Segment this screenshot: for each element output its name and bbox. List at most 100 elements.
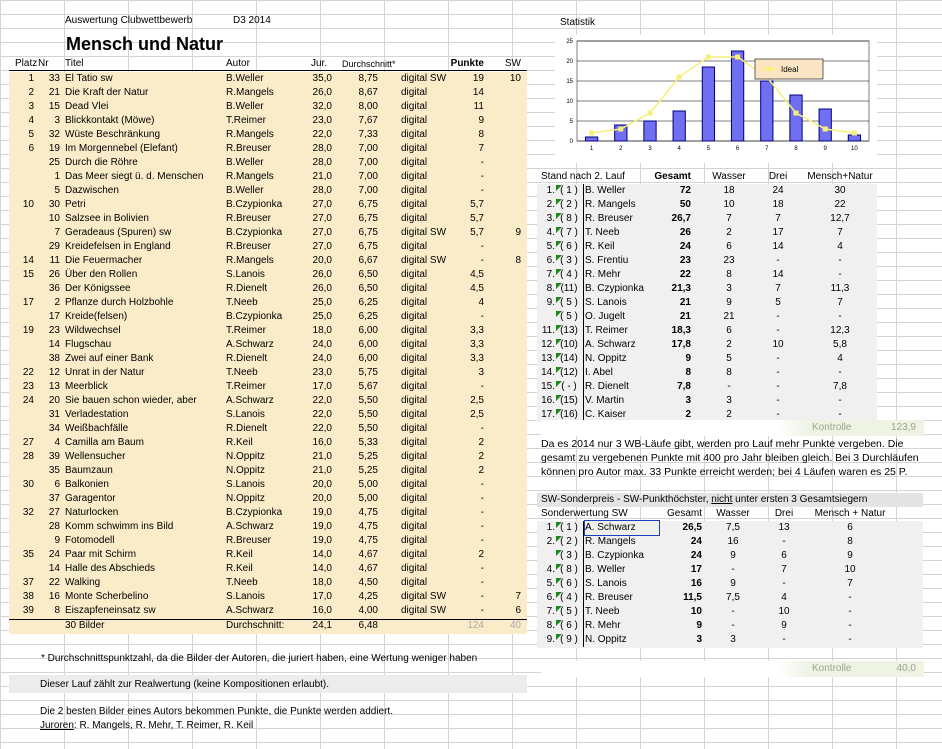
sp-rank: 8.: [546, 620, 555, 631]
standings-prev-rank: ( 8 ): [560, 213, 578, 224]
standings-col-wasser: Wasser: [712, 171, 746, 182]
cell-autor: A.Schwarz: [226, 339, 274, 350]
standings-drei: -: [776, 255, 780, 266]
table-row: 14 Flugschau A.Schwarz 24,0 6,00 digital 3,3: [0, 338, 530, 352]
cell-platz: [10, 520, 34, 534]
cell-platz: 14: [22, 255, 34, 266]
standings-prev-rank: ( 6 ): [560, 241, 578, 252]
sp-prev-rank: ( 1 ): [560, 522, 578, 533]
bar: [730, 50, 745, 142]
standings-rank: 14.: [541, 367, 555, 378]
cell-nr: 4: [54, 437, 60, 448]
sonderpreis-row: 5. ( 6 ) S. Lanois 16 9 - 7: [537, 577, 923, 591]
cell-platz: 27: [22, 437, 34, 448]
sp-name: T. Neeb: [585, 606, 620, 617]
standings-total: 21,3: [671, 283, 691, 294]
cell-platz: 23: [22, 381, 34, 392]
column-separator: [583, 226, 584, 240]
cell-punkte: -: [480, 605, 484, 616]
standings-rank: 6.: [546, 255, 555, 266]
table-row: 37 Garagentor N.Oppitz 20,0 5,00 digital -: [0, 492, 530, 506]
standings-col-drei: Drei: [768, 171, 788, 182]
standings-row: 15.( - ) R. Dienelt 7,8- -7,8: [537, 380, 877, 394]
ideal-point: [735, 54, 741, 60]
sp-drei: 10: [778, 606, 790, 617]
sp-name: R. Breuser: [585, 592, 633, 603]
standings-total: 23: [679, 255, 691, 266]
standings-mensch-natur: 12,3: [830, 325, 850, 336]
cell-jur: 20,0: [312, 479, 332, 490]
sonderpreis-body: 1. ( 1 ) A. Schwarz 26,5 7,5 13 6 2. ( 2 ) R. Man…: [537, 520, 923, 648]
sp-name-selected-cell[interactable]: A. Schwarz: [584, 520, 660, 536]
cell-nr: 27: [48, 507, 60, 518]
sp-drei: -: [782, 578, 786, 589]
cell-jur: 28,0: [312, 143, 332, 154]
jurors-line: Juroren: R. Mangels, R. Mehr, T. Reimer,…: [40, 719, 253, 733]
cell-nr: 17: [48, 311, 60, 322]
standings-total: 7,8: [677, 381, 691, 392]
cell-titel: Eiszapfeneinsatz sw: [65, 605, 156, 616]
cell-sw: [495, 268, 521, 282]
cell-punkte: 2: [478, 549, 484, 560]
sw-sum: 40: [509, 620, 521, 631]
ideal-point: [589, 130, 595, 136]
col-sw: SW: [504, 58, 521, 69]
sp-wasser: -: [731, 620, 735, 631]
table-row: 28 Komm schwimm ins Bild A.Schwarz 19,0 4,75…: [0, 520, 530, 534]
cell-titel: Baumzaun: [65, 465, 113, 476]
cell-autor: B.Weller: [226, 157, 264, 168]
cell-jur: 16,0: [312, 437, 332, 448]
cell-durchschnitt: 4,50: [358, 577, 378, 588]
cell-durchschnitt: 4,75: [358, 507, 378, 518]
cell-sw: [495, 86, 521, 100]
sonderpreis-row: 6. ( 4 ) R. Breuser 11,5 7,5 4 -: [537, 591, 923, 605]
standings-total: 50: [679, 199, 691, 210]
cell-jur: 24,0: [312, 339, 332, 350]
cell-nr: 30: [48, 199, 60, 210]
standings-drei: 14: [772, 241, 784, 252]
cell-titel: Paar mit Schirm: [65, 549, 137, 560]
standings-total: 18,3: [671, 325, 691, 336]
column-separator: [583, 366, 584, 380]
standings-drei: 17: [772, 227, 784, 238]
cell-platz: 6: [28, 143, 34, 154]
cell-platz: 28: [22, 451, 34, 462]
cell-sw: [495, 380, 521, 394]
cell-sw: [495, 296, 521, 310]
standings-prev-rank: ( 5 ): [560, 297, 578, 308]
cell-titel: Die Feuermacher: [65, 255, 143, 266]
results-table-header: Platz Nr Titel Autor Jur. Durchschnitt* …: [0, 57, 530, 71]
sp-mensch-natur: -: [848, 620, 852, 631]
cell-sw: [495, 100, 521, 114]
cell-nr: 26: [48, 269, 60, 280]
cell-autor: N.Oppitz: [226, 493, 265, 504]
cell-jur: 19,0: [312, 535, 332, 546]
standings-wasser: 18: [723, 185, 735, 196]
sp-wasser: -: [731, 606, 735, 617]
cell-jur: 25,0: [312, 297, 332, 308]
cell-sw: [495, 394, 521, 408]
cell-sw: [495, 520, 521, 534]
standings-row: 6.( 3 ) S. Frentiu 23 23- -: [537, 254, 877, 268]
col-autor: Autor: [226, 58, 250, 69]
cell-sw: 6: [515, 605, 521, 616]
sp-drei: 6: [781, 550, 787, 561]
jury-average: 24,1: [312, 620, 332, 631]
cell-platz: [10, 408, 34, 422]
sp-drei: 4: [781, 592, 787, 603]
cell-platz: [10, 562, 34, 576]
standings-wasser: -: [727, 381, 731, 392]
cell-autor: S.Lanois: [226, 269, 265, 280]
sp-total: 16: [690, 578, 702, 589]
column-separator: [583, 352, 584, 366]
column-separator: [583, 577, 584, 591]
sp-wasser: 3: [730, 634, 736, 645]
cell-platz: 4: [28, 115, 34, 126]
cell-titel: Walking: [65, 577, 101, 588]
x-tick-label: 2: [619, 146, 623, 152]
cell-jur: 14,0: [312, 563, 332, 574]
table-row: 1 33 El Tatio sw B.Weller 35,0 8,75 digital SW…: [0, 72, 530, 86]
cell-jur: 27,0: [312, 241, 332, 252]
cell-nr: 1: [54, 171, 60, 182]
cell-platz: 3: [28, 101, 34, 112]
